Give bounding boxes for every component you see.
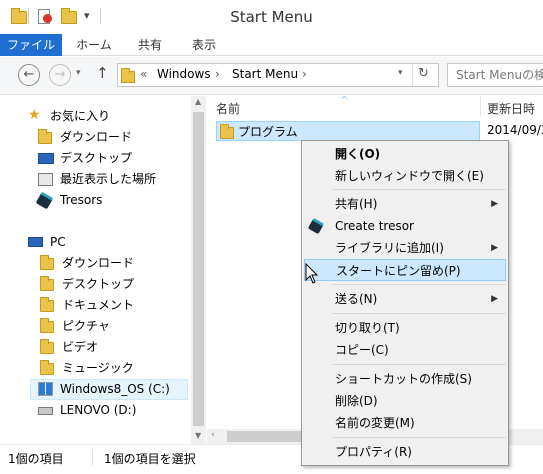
search-input[interactable]: Start Menuの検 <box>447 63 543 87</box>
menu-separator <box>332 313 506 314</box>
nav-item-label: Windows8_OS (C:) <box>60 382 170 396</box>
tab-file[interactable]: ファイル <box>0 34 62 56</box>
scroll-left-icon[interactable]: ‹ <box>211 430 215 440</box>
sort-indicator-icon: ^ <box>341 95 348 104</box>
nav-item-label: 最近表示した場所 <box>60 172 157 186</box>
horizontal-scrollbar-thumb[interactable] <box>227 431 301 442</box>
menu-separator <box>332 189 506 190</box>
breadcrumb-separator-icon[interactable]: › <box>215 67 220 81</box>
divider <box>92 449 93 465</box>
forward-button[interactable]: → <box>49 64 71 86</box>
downloads-folder-icon <box>40 255 54 270</box>
menu-item-add-to-library[interactable]: ライブラリに追加(I) ▶ <box>304 237 506 259</box>
scroll-up-icon[interactable]: ▲ <box>195 97 201 106</box>
context-menu: 開く(O) 新しいウィンドウで開く(E) 共有(H) ▶ Create tres… <box>301 140 509 466</box>
menu-separator <box>332 284 506 285</box>
nav-item-label: デスクトップ <box>62 277 135 291</box>
back-button[interactable]: ← <box>18 64 40 86</box>
menu-item-label: ライブラリに追加(I) <box>335 241 444 255</box>
pictures-folder-icon <box>40 318 54 333</box>
menu-item-cut[interactable]: 切り取り(T) <box>304 317 506 339</box>
tab-home[interactable]: ホーム <box>68 34 120 56</box>
recent-locations-icon[interactable]: ▾ <box>76 68 81 78</box>
nav-item-label: ダウンロード <box>60 130 133 144</box>
submenu-arrow-icon: ▶ <box>491 294 498 304</box>
mouse-pointer-icon <box>305 263 319 284</box>
status-item-count: 1個の項目 <box>8 452 64 466</box>
nav-favorites-label: お気に入り <box>50 109 111 123</box>
menu-separator <box>332 437 506 438</box>
drive-icon <box>38 407 53 415</box>
nav-pc-label: PC <box>50 235 66 249</box>
breadcrumb-start-menu[interactable]: Start Menu <box>232 67 298 81</box>
menu-item-rename[interactable]: 名前の変更(M) <box>304 412 506 434</box>
star-icon: ★ <box>28 107 41 123</box>
tab-share[interactable]: 共有 <box>124 34 176 56</box>
pc-icon <box>28 237 43 247</box>
window-title: Start Menu <box>230 8 313 26</box>
menu-item-create-tresor[interactable]: Create tresor <box>304 215 506 237</box>
nav-item-label: ピクチャ <box>62 319 110 333</box>
nav-item-label: ダウンロード <box>62 256 135 270</box>
documents-folder-icon <box>40 297 54 312</box>
refresh-icon[interactable]: ↻ <box>418 66 429 81</box>
submenu-arrow-icon: ▶ <box>491 199 498 209</box>
nav-scrollbar-thumb[interactable] <box>193 112 204 426</box>
nav-item-label: ビデオ <box>62 340 99 354</box>
menu-item-label: Create tresor <box>335 219 414 233</box>
nav-item-label: LENOVO (D:) <box>60 403 137 417</box>
scroll-down-icon[interactable]: ▼ <box>195 431 201 440</box>
column-header-date[interactable]: 更新日時 <box>487 100 535 117</box>
menu-item-create-shortcut[interactable]: ショートカットの作成(S) <box>304 368 506 390</box>
menu-separator <box>332 364 506 365</box>
menu-item-delete[interactable]: 削除(D) <box>304 390 506 412</box>
breadcrumb-windows[interactable]: Windows <box>157 67 211 81</box>
nav-item-label: ドキュメント <box>62 298 135 312</box>
nav-item-label: ミュージック <box>62 361 134 375</box>
menu-item-send-to[interactable]: 送る(N) ▶ <box>304 288 506 310</box>
desktop-folder-icon <box>40 276 54 291</box>
breadcrumb-separator-icon[interactable]: › <box>302 67 307 81</box>
music-folder-icon <box>40 360 54 375</box>
up-arrow-icon[interactable]: ↑ <box>96 64 109 82</box>
downloads-folder-icon <box>38 129 52 144</box>
menu-item-copy[interactable]: コピー(C) <box>304 339 506 361</box>
divider <box>412 64 413 86</box>
menu-item-open-new-window[interactable]: 新しいウィンドウで開く(E) <box>304 165 506 187</box>
menu-item-pin-to-start[interactable]: スタートにピン留め(P) <box>304 259 506 281</box>
address-dropdown-icon[interactable]: ▾ <box>398 68 403 78</box>
menu-item-properties[interactable]: プロパティ(R) <box>304 441 506 463</box>
column-divider[interactable] <box>480 96 481 116</box>
folder-icon <box>220 122 234 139</box>
tab-view[interactable]: 表示 <box>178 34 230 56</box>
windows-drive-icon <box>38 382 53 396</box>
menu-item-open[interactable]: 開く(O) <box>304 143 506 165</box>
desktop-icon <box>38 153 54 164</box>
menu-item-share[interactable]: 共有(H) ▶ <box>304 193 506 215</box>
status-selected-count: 1個の項目を選択 <box>104 452 196 466</box>
recent-places-icon <box>38 173 53 186</box>
menu-item-label: 共有(H) <box>335 197 378 211</box>
nav-item-label: デスクトップ <box>60 151 133 165</box>
file-name[interactable]: プログラム <box>238 123 298 140</box>
column-header-name[interactable]: 名前 <box>216 100 240 117</box>
videos-folder-icon <box>40 339 54 354</box>
nav-item-label: Tresors <box>60 193 103 207</box>
file-date: 2014/09/3 <box>487 123 543 137</box>
breadcrumb-overflow[interactable]: « <box>140 67 147 81</box>
menu-item-label: 送る(N) <box>335 292 378 306</box>
submenu-arrow-icon: ▶ <box>491 243 498 253</box>
tresors-icon <box>307 217 325 235</box>
